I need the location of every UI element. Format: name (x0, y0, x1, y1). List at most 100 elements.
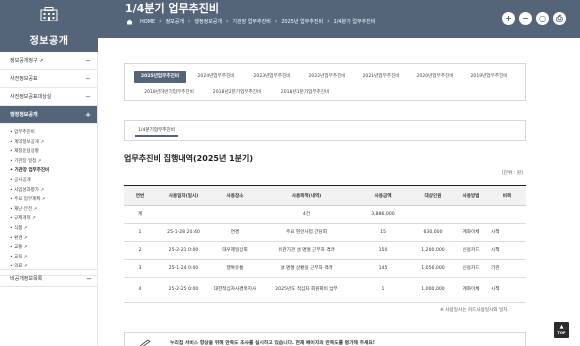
sidebar-sub-list: • 업무추진비 • 계약정보공개 ↗ • 재정운용상황 • 기관장 일정 ↗ •… (0, 124, 97, 276)
sidebar-item-undisclosed[interactable]: 비공개정보목록 − (0, 269, 98, 287)
sidebar-sub-item[interactable]: • 교통 ↗ (10, 243, 97, 253)
sidebar-sub-item[interactable]: • 환경 ↗ (10, 234, 97, 244)
table-cell (211, 205, 259, 224)
column-header: 대상인원 (412, 185, 454, 206)
table-cell: 25-2-21 0:00 (156, 241, 211, 260)
tab-year[interactable]: 2022년업무추진비 (301, 71, 353, 83)
sidebar-item-label: 사전정보공표대상실 (10, 94, 52, 100)
sidebar: 정보공개청구 ↗ − 사전정보공표 − 사전정보공표대상실 − 행정정보공개 +… (0, 52, 98, 346)
sidebar-sub-item[interactable]: • 기관장 일정 ↗ (10, 157, 97, 167)
sidebar-sub-item[interactable]: • 재난·안전 ↗ (10, 205, 97, 215)
tab-year[interactable]: 2024년업무추진비 (190, 71, 242, 83)
pen-icon (139, 339, 151, 346)
tab-year[interactable]: 2020년업무추진비 (409, 71, 461, 83)
table-cell: 1 (124, 223, 156, 242)
quarter-tabs: 1/4분기업무추진비 (124, 120, 526, 141)
table-cell: 신용카드 (454, 259, 488, 278)
table-cell: 3 (124, 259, 156, 278)
tab-year[interactable]: 2021년업무추진비 (355, 71, 407, 83)
table-cell: 신용카드 (454, 241, 488, 260)
breadcrumb-item[interactable]: 2025년 업무추진비 (277, 18, 327, 25)
sidebar-sub-item[interactable]: • 식품 ↗ (10, 224, 97, 234)
section-title: 업무추진비 집행내역(2025년 1분기) (124, 154, 254, 163)
sidebar-sub-item-current[interactable]: • 기관장 업무추진비 (10, 166, 97, 176)
table-cell: 계좌이체 (454, 277, 488, 303)
breadcrumb-separator: › (274, 18, 278, 25)
table-cell: 25-2-25 0:00 (156, 277, 211, 303)
sidebar-sub-item[interactable]: • 교육 ↗ (10, 253, 97, 263)
scroll-top-label: TOP (557, 331, 566, 335)
arrow-up-icon: ▲ (559, 324, 564, 330)
breadcrumb-home[interactable]: HOME (136, 19, 159, 25)
table-cell (412, 205, 454, 224)
sidebar-sub-item[interactable]: • 주요 업무계획 ↗ (10, 195, 97, 205)
breadcrumb-item[interactable]: 정보공개 (162, 18, 188, 25)
sidebar-item-admin-info[interactable]: 행정정보공개 + (0, 106, 97, 124)
collapse-icon[interactable]: − (86, 270, 92, 288)
sidebar-sub-item[interactable]: • 사업성과평가 ↗ (10, 186, 97, 196)
table-cell (454, 205, 488, 224)
column-header: 비목 (488, 185, 526, 206)
tab-year[interactable]: 2018년1분기업무추진비 (275, 87, 335, 99)
table-row: 3 25-1-24 0:00 행복유통 설 명절 상황실 근무자 격려 145 … (124, 259, 526, 278)
breadcrumb-separator: › (226, 18, 229, 25)
table-cell: 4건 (259, 205, 354, 224)
reset-zoom-button[interactable]: ○ (536, 12, 549, 25)
sidebar-sub-item[interactable]: • 공사공개 (10, 176, 97, 186)
table-cell: 시책 (488, 277, 526, 303)
tab-year[interactable]: 2019년업무추진비 (463, 71, 515, 83)
scroll-top-button[interactable]: ▲ TOP (554, 322, 569, 338)
breadcrumb-item[interactable]: 기관장 업무추진비 (228, 18, 274, 25)
page-title: 1/4분기 업무추진비 (125, 2, 219, 15)
table-cell: 1,200,000 (412, 241, 454, 260)
table-cell: 150 (354, 241, 412, 260)
table-cell (156, 205, 211, 224)
table-cell: 25-1-24 0:00 (156, 259, 211, 278)
sidebar-sub-item[interactable]: • 규제개혁 ↗ (10, 214, 97, 224)
tab-year[interactable]: 2018년2분기업무추진비 (207, 87, 267, 99)
tab-year[interactable]: 2018년하반기업무추진비 (139, 87, 199, 99)
sidebar-item-label: 행정정보공개 (10, 112, 38, 118)
zoom-in-button[interactable]: + (502, 12, 515, 25)
table-cell: 3,886,000 (354, 205, 412, 224)
sidebar-item-label: 비공개정보목록 (10, 276, 43, 282)
table-row: 2 25-2-21 0:00 대우제일상회 유관기관 설 명절 근무자 격려 1… (124, 241, 526, 260)
table-row-total: 계 4건 3,886,000 (124, 205, 526, 224)
sidebar-sub-item[interactable]: • 업무추진비 (10, 128, 97, 138)
table-header-row: 연번 사용일자(일시) 사용장소 사용목적(내역) 사용금액 대상인원 사용방법… (124, 185, 526, 206)
sidebar-item-pre-disclosure[interactable]: 사전정보공표 − (0, 70, 97, 88)
table-cell: 대한적십자사경북지사 (211, 277, 259, 303)
collapse-icon[interactable]: − (85, 88, 91, 106)
page-tools: + − ○ ⎙ (502, 12, 566, 25)
home-icon[interactable] (126, 19, 133, 25)
table-cell: 4 (124, 277, 156, 303)
table-cell: 계 (124, 205, 156, 224)
zoom-out-button[interactable]: − (519, 12, 532, 25)
satisfaction-survey: 누리집 서비스 향상을 위해 만족도 조사를 실시하고 있습니다. 현재 페이지… (124, 332, 526, 346)
collapse-icon[interactable]: − (85, 70, 91, 88)
sidebar-item-label: 정보공개청구 ↗ (10, 58, 44, 64)
tab-year[interactable]: 2023년업무추진비 (246, 71, 298, 83)
sidebar-sub-item[interactable]: • 재정운용상황 (10, 147, 97, 157)
sidebar-item-info-request[interactable]: 정보공개청구 ↗ − (0, 52, 97, 70)
print-button[interactable]: ⎙ (553, 12, 566, 25)
breadcrumb-item[interactable]: 행정정보공개 (190, 18, 226, 25)
table-row: 1 25-1-28 20:40 연경 주요 현안사업 간담회 15 630,00… (124, 223, 526, 242)
column-header: 사용일자(일시) (156, 185, 211, 206)
table-cell: 1,000,000 (412, 277, 454, 303)
table-cell: 설 명절 상황실 근무자 격려 (259, 259, 354, 278)
expand-icon[interactable]: + (85, 106, 91, 124)
table-cell: 대우제일상회 (211, 241, 259, 260)
table-cell: 15 (354, 223, 412, 242)
sidebar-sub-item[interactable]: • 계약정보공개 ↗ (10, 138, 97, 148)
column-header: 연번 (124, 185, 156, 206)
tab-year[interactable]: 2025년업무추진비 (134, 71, 186, 83)
sidebar-item-pre-disclosure-room[interactable]: 사전정보공표대상실 − (0, 88, 97, 106)
table-cell (488, 205, 526, 224)
sidebar-title: 정보공개 (29, 36, 69, 47)
tab-quarter-1[interactable]: 1/4분기업무추진비 (135, 125, 178, 137)
column-header: 사용금액 (354, 185, 412, 206)
year-tabs: 2025년업무추진비 2024년업무추진비 2023년업무추진비 2022년업무… (124, 63, 526, 101)
breadcrumb-current[interactable]: 1/4분기 업무추진비 (330, 18, 380, 25)
collapse-icon[interactable]: − (85, 52, 91, 70)
